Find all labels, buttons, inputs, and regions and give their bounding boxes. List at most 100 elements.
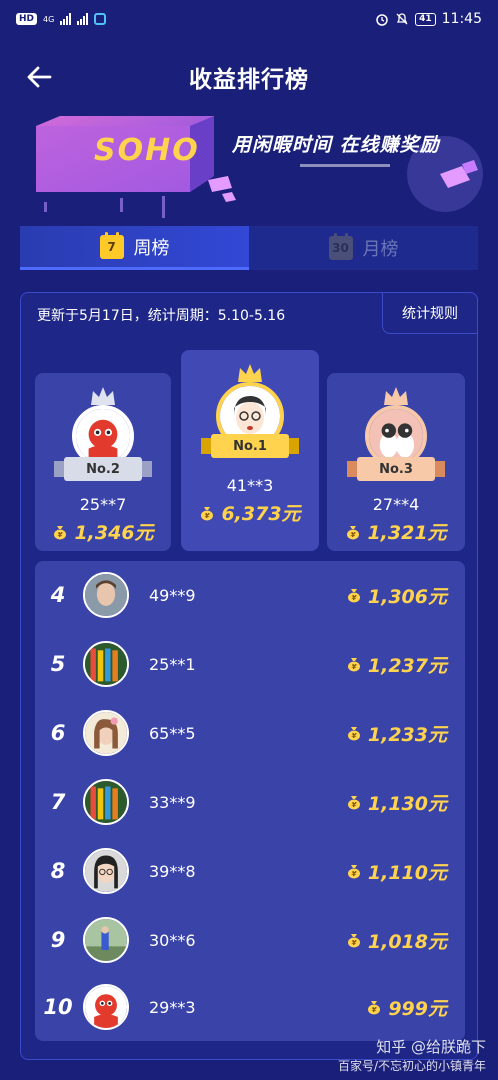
crown-icon xyxy=(384,387,408,405)
earnings: ¥ 6,373元 xyxy=(199,499,301,526)
user-id: 30**6 xyxy=(149,930,196,950)
watermark: 知乎 @给朕跪下 百家号/不忘初心的小镇青年 xyxy=(338,1036,486,1074)
user-id: 25**7 xyxy=(79,495,127,514)
crown-icon xyxy=(91,387,115,405)
avatar xyxy=(83,641,129,687)
promo-banner[interactable]: 用闲暇时间 在线赚奖励 SOHO xyxy=(0,116,498,220)
soho-logo-text: SOHO xyxy=(94,133,200,168)
user-id: 33**9 xyxy=(149,792,196,812)
rank-label: No.2 xyxy=(86,461,120,477)
avatar xyxy=(83,917,129,963)
calendar-30-icon: 30 xyxy=(328,233,353,260)
rank-ribbon: No.3 xyxy=(347,455,445,483)
tab-monthly-label: 月榜 xyxy=(362,239,399,260)
earnings-amount: 1,233元 xyxy=(367,723,447,746)
alarm-icon xyxy=(376,14,388,26)
medal: No.3 xyxy=(347,385,445,495)
ranking-list: 4 49**9 ¥ 1,306元 5 25**1 ¥ 1,237元 6 65**… xyxy=(35,561,465,1041)
tab-weekly[interactable]: 7 周榜 xyxy=(20,226,249,270)
leaderboard-panel: 更新于5月17日，统计周期：5.10-5.16 统计规则 No.2 25**7 … xyxy=(20,292,478,1060)
rank-number: 9 xyxy=(50,928,66,952)
earnings: ¥ 1,237元 xyxy=(346,651,447,678)
signal-icon-2 xyxy=(77,13,89,25)
money-bag-icon: ¥ xyxy=(347,525,360,539)
money-bag-icon: ¥ xyxy=(201,506,214,520)
money-bag-icon: ¥ xyxy=(347,589,360,603)
status-bar: HD 4G 41 11:45 xyxy=(0,0,498,38)
list-item[interactable]: 10 29**3 ¥ 999元 xyxy=(35,973,465,1041)
money-bag-icon: ¥ xyxy=(347,727,360,741)
battery-icon: 41 xyxy=(415,12,436,26)
user-id: 29**3 xyxy=(149,997,196,1017)
tab-monthly[interactable]: 30 月榜 xyxy=(249,226,478,270)
watermark-line1: 知乎 @给朕跪下 xyxy=(376,1038,486,1056)
money-bag-icon: ¥ xyxy=(347,865,360,879)
page-title: 收益排行榜 xyxy=(189,67,309,93)
earnings-amount: 999元 xyxy=(388,997,447,1020)
clock-time: 11:45 xyxy=(441,11,482,27)
list-item[interactable]: 9 30**6 ¥ 1,018元 xyxy=(35,906,465,974)
medal: No.1 xyxy=(201,362,299,472)
medal: No.2 xyxy=(54,385,152,495)
avatar xyxy=(83,779,129,825)
app-notification-icon xyxy=(94,13,107,25)
rank-number: 5 xyxy=(50,652,66,676)
signal-icon xyxy=(60,13,72,25)
earnings: ¥ 1,306元 xyxy=(346,582,447,609)
list-item[interactable]: 5 25**1 ¥ 1,237元 xyxy=(35,630,465,698)
rank-ribbon: No.1 xyxy=(201,432,299,460)
money-bag-icon: ¥ xyxy=(347,658,360,672)
watermark-line2: 百家号/不忘初心的小镇青年 xyxy=(337,1059,486,1073)
banner-slogan: 用闲暇时间 在线赚奖励 xyxy=(232,134,440,156)
user-id: 39**8 xyxy=(149,861,196,881)
earnings-amount: 1,130元 xyxy=(367,792,447,815)
podium-card-second[interactable]: No.2 25**7 ¥ 1,346元 xyxy=(35,373,171,551)
podium-card-first[interactable]: No.1 41**3 ¥ 6,373元 xyxy=(181,350,319,551)
rank-ribbon: No.2 xyxy=(54,455,152,483)
money-bag-icon: ¥ xyxy=(347,934,360,948)
earnings: ¥ 1,130元 xyxy=(346,789,447,816)
user-id: 25**1 xyxy=(149,654,196,674)
user-id: 41**3 xyxy=(226,476,274,495)
earnings-amount: 1,237元 xyxy=(367,654,447,677)
hd-badge: HD xyxy=(16,13,38,25)
earnings: ¥ 1,233元 xyxy=(346,720,447,747)
crown-icon xyxy=(238,364,262,382)
avatar xyxy=(83,984,129,1030)
money-bag-icon: ¥ xyxy=(347,796,360,810)
avatar xyxy=(83,572,129,618)
rank-number: 8 xyxy=(50,859,66,883)
earnings-amount: 6,373元 xyxy=(221,503,301,525)
rank-number: 4 xyxy=(50,583,66,607)
earnings: ¥ 999元 xyxy=(366,994,447,1021)
network-label: 4G xyxy=(43,14,55,24)
tab-weekly-label: 周榜 xyxy=(133,237,170,259)
update-info: 更新于5月17日，统计周期：5.10-5.16 xyxy=(37,308,286,324)
user-id: 27**4 xyxy=(372,495,420,514)
rank-label: No.1 xyxy=(233,438,267,454)
list-item[interactable]: 6 65**5 ¥ 1,233元 xyxy=(35,699,465,767)
earnings: ¥ 1,321元 xyxy=(345,518,447,545)
avatar xyxy=(83,848,129,894)
rank-number: 10 xyxy=(43,995,73,1019)
earnings-amount: 1,306元 xyxy=(367,585,447,608)
rank-number: 6 xyxy=(50,721,66,745)
list-item[interactable]: 7 33**9 ¥ 1,130元 xyxy=(35,768,465,836)
user-id: 49**9 xyxy=(149,585,196,605)
back-button[interactable] xyxy=(24,62,54,92)
mute-bell-icon xyxy=(396,13,408,25)
calendar-7-icon: 7 xyxy=(99,231,124,259)
rules-button[interactable]: 统计规则 xyxy=(382,292,478,334)
list-item[interactable]: 4 49**9 ¥ 1,306元 xyxy=(35,561,465,629)
avatar xyxy=(83,710,129,756)
period-tabs: 7 周榜 30 月榜 xyxy=(20,226,478,270)
earnings-amount: 1,110元 xyxy=(367,861,447,884)
podium-card-third[interactable]: No.3 27**4 ¥ 1,321元 xyxy=(327,373,465,551)
arrow-left-icon xyxy=(27,66,52,88)
earnings: ¥ 1,346元 xyxy=(52,518,154,545)
earnings-amount: 1,346元 xyxy=(74,522,154,544)
earnings: ¥ 1,110元 xyxy=(346,858,447,885)
list-item[interactable]: 8 39**8 ¥ 1,110元 xyxy=(35,837,465,905)
earnings: ¥ 1,018元 xyxy=(346,927,447,954)
money-bag-icon: ¥ xyxy=(368,1001,381,1015)
